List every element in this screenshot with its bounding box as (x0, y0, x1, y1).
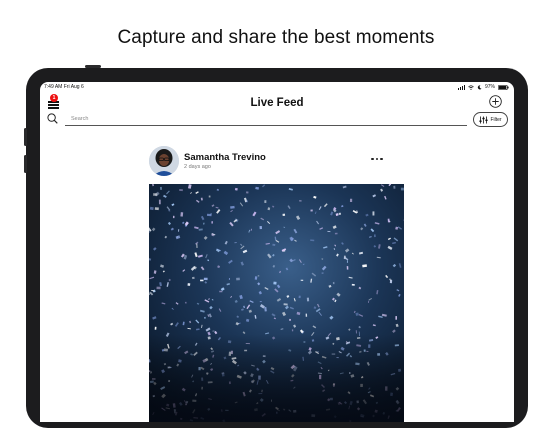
post-header: Samantha Trevino 2 days ago (149, 146, 399, 178)
ellipsis-icon (371, 158, 374, 161)
device-top-button (85, 65, 101, 68)
filter-button[interactable]: Filter (473, 112, 508, 127)
post-timestamp: 2 days ago (184, 164, 211, 170)
more-options-button[interactable] (371, 156, 385, 162)
plus-circle-icon[interactable] (489, 95, 502, 108)
wifi-icon (468, 85, 474, 90)
app-screen: 7:49 AM Fri Aug 6 97% 1 Live Feed (40, 82, 514, 422)
device-side-button (24, 128, 27, 146)
ellipsis-icon (376, 158, 379, 161)
post-photo[interactable] (149, 184, 404, 422)
avatar[interactable] (149, 146, 179, 176)
search-icon (47, 113, 58, 124)
device-side-button (24, 155, 27, 173)
page-title: Live Feed (40, 97, 514, 109)
confetti-photo (149, 184, 404, 422)
post-author[interactable]: Samantha Trevino (184, 152, 266, 163)
filter-label: Filter (490, 117, 501, 123)
marketing-headline: Capture and share the best moments (0, 27, 552, 49)
moon-icon (477, 85, 482, 90)
search-bar: Filter (46, 112, 508, 128)
cellular-icon (458, 85, 465, 90)
sliders-icon (479, 116, 488, 124)
avatar-image (149, 146, 179, 176)
battery-icon (498, 85, 509, 90)
search-input[interactable] (65, 113, 467, 126)
ellipsis-icon (380, 158, 383, 161)
